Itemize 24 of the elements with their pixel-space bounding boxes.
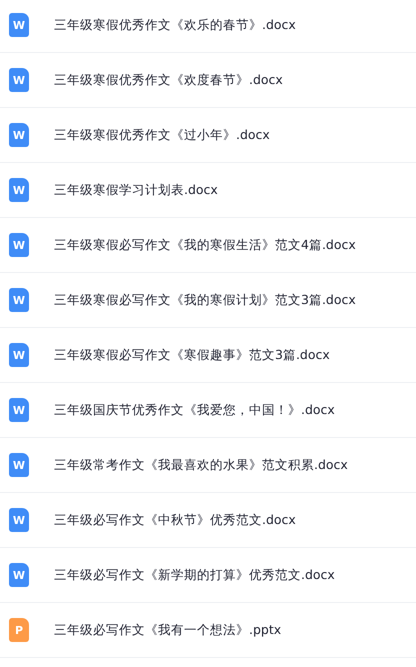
file-name[interactable]: 三年级寒假学习计划表.docx: [54, 182, 218, 198]
document-icon: W: [9, 288, 29, 312]
document-icon: W: [9, 233, 29, 257]
file-name[interactable]: 三年级必写作文《我有一个想法》.pptx: [54, 622, 282, 638]
file-name[interactable]: 三年级寒假必写作文《我的寒假计划》范文3篇.docx: [54, 292, 356, 308]
file-name[interactable]: 三年级寒假优秀作文《欢乐的春节》.docx: [54, 16, 296, 34]
file-name[interactable]: 三年级必写作文《中秋节》优秀范文.docx: [54, 512, 296, 528]
file-name[interactable]: 三年级寒假优秀作文《过小年》.docx: [54, 126, 270, 144]
file-name[interactable]: 三年级寒假必写作文《寒假趣事》范文3篇.docx: [54, 346, 330, 364]
file-name[interactable]: 三年级必写作文《新学期的打算》优秀范文.docx: [54, 566, 335, 584]
document-icon: W: [9, 343, 29, 367]
document-icon: W: [9, 453, 29, 477]
file-name[interactable]: 三年级寒假必写作文《我的寒假生活》范文4篇.docx: [54, 236, 356, 254]
document-icon: W: [9, 508, 29, 532]
document-icon: W: [9, 123, 29, 147]
document-icon: W: [9, 68, 29, 92]
file-name[interactable]: 三年级常考作文《我最喜欢的水果》范文积累.docx: [54, 456, 348, 474]
document-icon: W: [9, 563, 29, 587]
document-icon: W: [9, 178, 29, 202]
document-icon: W: [9, 398, 29, 422]
file-name[interactable]: 三年级国庆节优秀作文《我爱您，中国！》.docx: [54, 402, 335, 418]
document-icon: P: [9, 618, 29, 642]
file-name[interactable]: 三年级寒假优秀作文《欢度春节》.docx: [54, 72, 283, 88]
document-icon: W: [9, 13, 29, 37]
